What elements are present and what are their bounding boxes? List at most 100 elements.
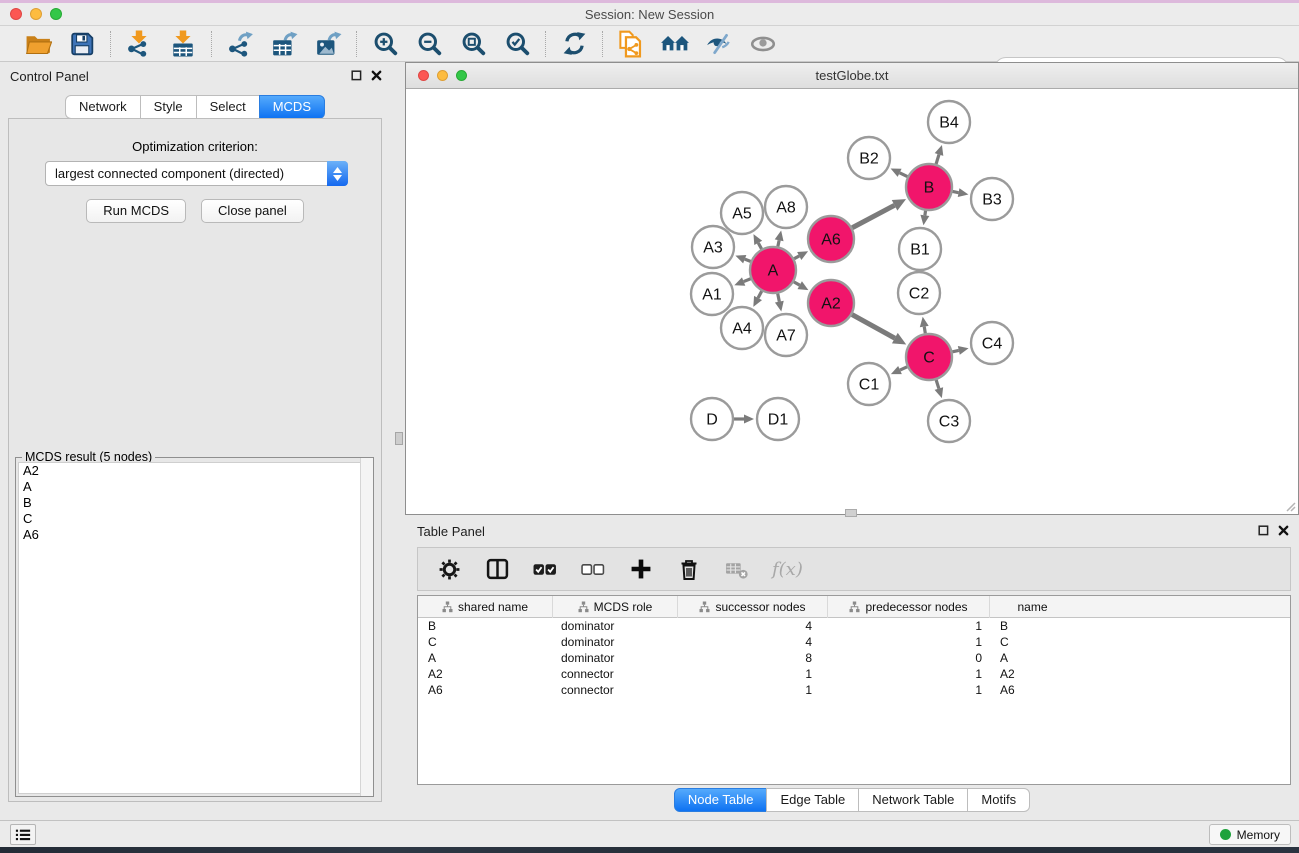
export-image-button[interactable] <box>313 29 343 59</box>
edge-A-A4[interactable] <box>758 291 762 298</box>
table-cell: 1 <box>828 683 990 697</box>
result-item[interactable]: C <box>19 511 370 527</box>
column-header-shared-name[interactable]: shared name <box>418 596 553 618</box>
arrowhead-icon <box>744 415 754 424</box>
table-cell: 1 <box>678 667 828 681</box>
result-item[interactable]: A6 <box>19 527 370 543</box>
hide-selected-button[interactable] <box>704 29 734 59</box>
edge-C-C1[interactable] <box>900 367 907 370</box>
column-header-MCDS-role[interactable]: MCDS role <box>553 596 678 618</box>
edge-B-B1[interactable] <box>925 211 926 216</box>
network-window-titlebar[interactable]: testGlobe.txt <box>406 63 1298 89</box>
eye-icon <box>749 32 777 56</box>
attribute-type-icon <box>849 601 860 613</box>
mcds-result-box: MCDS result (5 nodes) A2ABCA6 <box>15 457 374 797</box>
run-mcds-button[interactable]: Run MCDS <box>86 199 186 223</box>
close-panel-icon[interactable] <box>371 70 382 81</box>
delete-column-button[interactable] <box>676 556 702 582</box>
dropdown-stepper-icon <box>327 161 348 186</box>
edge-A-A1[interactable] <box>744 279 751 282</box>
create-column-button[interactable] <box>628 556 654 582</box>
zoom-fit-icon <box>461 31 486 56</box>
table-row[interactable]: A6connector11A6 <box>418 682 1290 698</box>
edge-A-A5[interactable] <box>758 243 761 249</box>
eye-slash-icon <box>705 32 733 56</box>
show-all-button[interactable] <box>748 29 778 59</box>
edge-A-A8[interactable] <box>778 240 779 246</box>
table-settings-button[interactable] <box>436 556 462 582</box>
table-row[interactable]: Cdominator41C <box>418 634 1290 650</box>
tab-mcds[interactable]: MCDS <box>259 95 325 119</box>
resize-grip-icon[interactable] <box>1284 500 1296 512</box>
mcds-result-list[interactable]: A2ABCA6 <box>18 462 371 794</box>
edge-A6-B[interactable] <box>852 205 894 227</box>
edge-B-B2[interactable] <box>900 173 908 177</box>
tab-network[interactable]: Network <box>65 95 141 119</box>
memory-button[interactable]: Memory <box>1209 824 1291 845</box>
show-column-panel-button[interactable] <box>484 556 510 582</box>
import-network-button[interactable] <box>124 29 154 59</box>
select-all-columns-button[interactable] <box>532 556 558 582</box>
zoom-out-button[interactable] <box>414 29 444 59</box>
plus-icon <box>630 558 652 580</box>
export-table-icon <box>271 31 298 57</box>
column-header-successor-nodes[interactable]: successor nodes <box>678 596 828 618</box>
result-item[interactable]: B <box>19 495 370 511</box>
refresh-view-button[interactable] <box>559 29 589 59</box>
node-label-B2: B2 <box>859 151 879 168</box>
edge-B-B4[interactable] <box>936 154 939 164</box>
network-graph[interactable]: B4B2BB3A8A5A6B1A3AA1C2A2A4A7C4CC1C3DD1 <box>407 90 1297 514</box>
zoom-fit-button[interactable] <box>458 29 488 59</box>
tab-node-table[interactable]: Node Table <box>674 788 768 812</box>
float-panel-icon[interactable] <box>1258 525 1269 536</box>
table-row[interactable]: Bdominator41B <box>418 618 1290 634</box>
edge-A-A7[interactable] <box>778 294 780 302</box>
arrowhead-icon <box>735 255 746 263</box>
edge-C-C4[interactable] <box>952 350 958 351</box>
task-history-button[interactable] <box>10 824 36 845</box>
attribute-type-icon <box>578 601 589 613</box>
edge-A-A3[interactable] <box>745 259 751 261</box>
tab-network-table[interactable]: Network Table <box>858 788 968 812</box>
import-table-button[interactable] <box>168 29 198 59</box>
table-panel: Table Panel <box>405 517 1299 820</box>
export-table-button[interactable] <box>269 29 299 59</box>
network-canvas[interactable]: B4B2BB3A8A5A6B1A3AA1C2A2A4A7C4CC1C3DD1 <box>407 90 1297 513</box>
column-header-name[interactable]: name <box>990 596 1075 618</box>
column-header-predecessor-nodes[interactable]: predecessor nodes <box>828 596 990 618</box>
close-panel-button[interactable]: Close panel <box>201 199 304 223</box>
home-view-button[interactable] <box>660 29 690 59</box>
network-table-divider-handle[interactable] <box>845 509 857 517</box>
tab-motifs[interactable]: Motifs <box>967 788 1030 812</box>
optimization-criterion-select[interactable]: largest connected component (directed) <box>45 161 348 186</box>
edge-B-B3[interactable] <box>953 191 959 192</box>
tab-select[interactable]: Select <box>196 95 260 119</box>
node-table[interactable]: shared nameMCDS rolesuccessor nodesprede… <box>417 595 1291 785</box>
tab-style[interactable]: Style <box>140 95 197 119</box>
edge-A-A2[interactable] <box>794 282 800 285</box>
edge-A2-C[interactable] <box>852 315 895 339</box>
close-panel-icon[interactable] <box>1278 525 1289 536</box>
table-row[interactable]: A2connector11A2 <box>418 666 1290 682</box>
session-title: Session: New Session <box>0 7 1299 22</box>
zoom-in-button[interactable] <box>370 29 400 59</box>
open-file-button[interactable] <box>23 29 53 59</box>
save-session-button[interactable] <box>67 29 97 59</box>
table-row[interactable]: Adominator80A <box>418 650 1290 666</box>
table-cell: 0 <box>828 651 990 665</box>
float-panel-icon[interactable] <box>351 70 362 81</box>
result-scrollbar[interactable] <box>360 458 373 796</box>
result-item[interactable]: A2 <box>19 463 370 479</box>
edge-C-C2[interactable] <box>924 327 925 334</box>
tab-edge-table[interactable]: Edge Table <box>766 788 859 812</box>
export-network-button[interactable] <box>225 29 255 59</box>
duplicate-network-button[interactable] <box>616 29 646 59</box>
edge-C-C3[interactable] <box>936 380 939 389</box>
node-label-A5: A5 <box>732 206 752 223</box>
edge-A-A6[interactable] <box>794 256 799 259</box>
export-network-icon <box>227 31 254 57</box>
panel-divider-handle[interactable] <box>395 432 403 445</box>
result-item[interactable]: A <box>19 479 370 495</box>
unselect-all-columns-button[interactable] <box>580 556 606 582</box>
zoom-selected-button[interactable] <box>502 29 532 59</box>
